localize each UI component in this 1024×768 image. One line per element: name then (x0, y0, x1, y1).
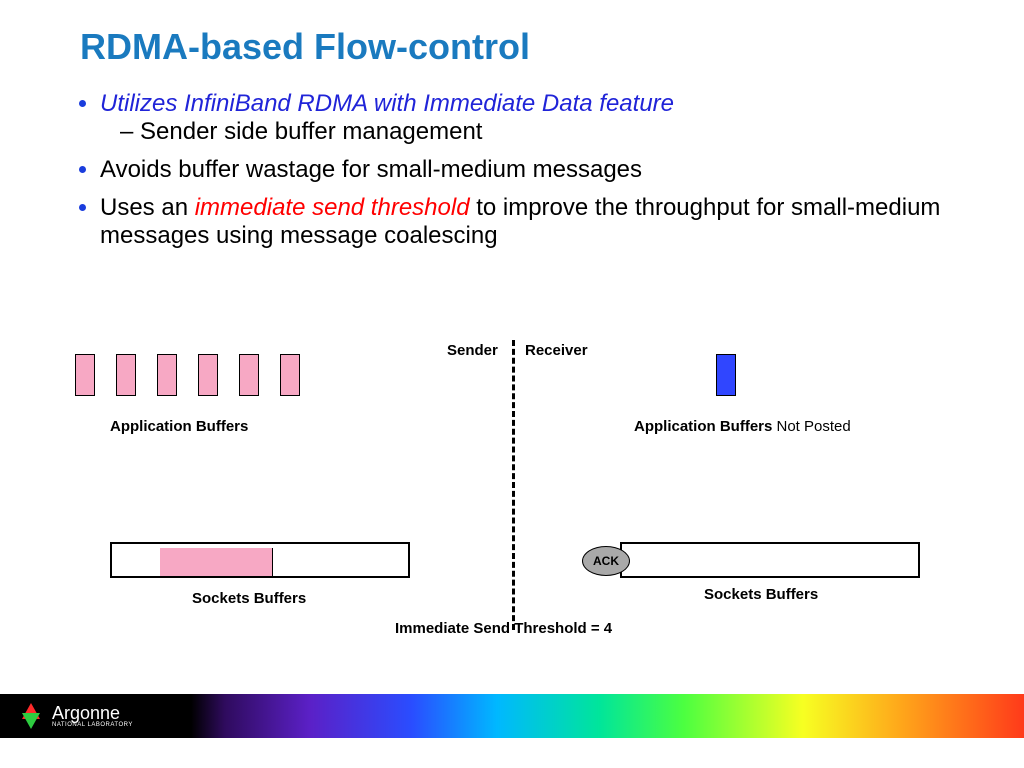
socket-slot (216, 548, 231, 576)
bullet-3-pre: Uses an (100, 194, 195, 221)
footer-rainbow-gradient (174, 694, 1024, 738)
socket-slot (188, 548, 203, 576)
receiver-app-buffer (716, 354, 736, 396)
slide: RDMA-based Flow-control Utilizes InfiniB… (0, 0, 1024, 768)
socket-slot (258, 548, 273, 576)
socket-slot (160, 548, 175, 576)
sender-app-buffer (75, 354, 95, 396)
slide-title: RDMA-based Flow-control (80, 26, 530, 68)
bullet-2: Avoids buffer wastage for small-medium m… (100, 156, 950, 184)
sender-receiver-divider (512, 340, 515, 630)
bullet-1: Utilizes InfiniBand RDMA with Immediate … (100, 90, 950, 146)
socket-slot (230, 548, 245, 576)
ack-badge: ACK (582, 546, 630, 576)
bullet-list: Utilizes InfiniBand RDMA with Immediate … (80, 90, 950, 260)
sender-label: Sender (447, 342, 498, 359)
app-buffers-bold: Application Buffers (634, 418, 772, 435)
sender-app-buffer (198, 354, 218, 396)
bullet-1-sub: Sender side buffer management (120, 118, 950, 146)
argonne-prism-icon (18, 703, 44, 729)
app-buffers-not-posted-label: Application Buffers Not Posted (634, 418, 851, 435)
ack-text: ACK (593, 554, 619, 568)
sender-app-buffer (116, 354, 136, 396)
socket-slot (202, 548, 217, 576)
sender-app-buffer (157, 354, 177, 396)
sender-app-buffer (280, 354, 300, 396)
bullet-3-red: immediate send threshold (195, 194, 476, 221)
footer-logo: Argonne NATIONAL LABORATORY (0, 694, 174, 738)
bullet-3: Uses an immediate send threshold to impr… (100, 194, 950, 250)
sockets-buffers-right-label: Sockets Buffers (704, 586, 818, 603)
receiver-label: Receiver (525, 342, 588, 359)
sender-app-buffer (239, 354, 259, 396)
footer-bar: Argonne NATIONAL LABORATORY (0, 694, 1024, 738)
footer-org-tagline: NATIONAL LABORATORY (52, 722, 133, 728)
bullet-1-text: Utilizes InfiniBand RDMA with Immediate … (100, 90, 674, 117)
footer-org-name: Argonne (52, 704, 133, 722)
app-buffers-plain: Not Posted (772, 418, 850, 435)
sockets-buffers-left-label: Sockets Buffers (192, 590, 306, 607)
receiver-sockets-buffer (620, 542, 920, 578)
sender-sockets-buffer (110, 542, 410, 578)
socket-slot (174, 548, 189, 576)
socket-slot (244, 548, 259, 576)
footer-logo-text: Argonne NATIONAL LABORATORY (52, 704, 133, 728)
app-buffers-label: Application Buffers (110, 418, 248, 435)
threshold-label: Immediate Send Threshold = 4 (395, 620, 612, 637)
diagram-canvas: Sender Receiver Application Buffers Appl… (0, 340, 1024, 670)
